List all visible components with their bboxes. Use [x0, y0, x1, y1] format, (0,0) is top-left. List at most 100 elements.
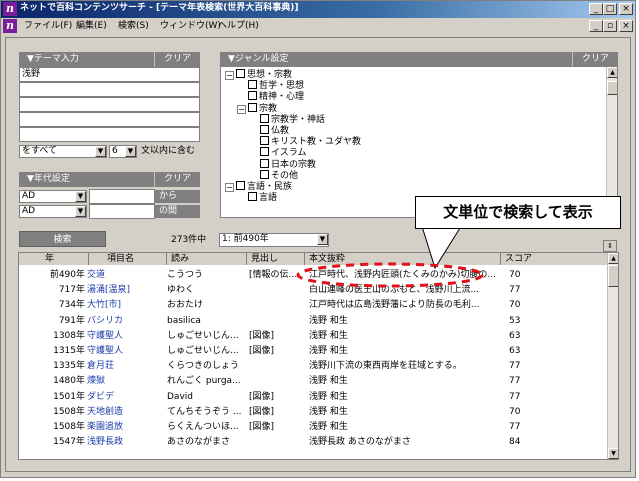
genre-checkbox[interactable] [248, 80, 257, 90]
genre-item-label: その他 [271, 170, 299, 181]
cell-item[interactable]: 楽園追放 [87, 420, 165, 435]
app-icon[interactable]: n [3, 2, 17, 16]
cell-item[interactable]: 交道 [87, 268, 165, 283]
table-row[interactable]: 1308年 守護聖人 しゅごせいじん... [図像] 浅野 和生 63 [19, 329, 609, 344]
table-row[interactable]: 791年 バシリカ basilica 浅野 和生 53 [19, 314, 609, 329]
chevron-down-icon[interactable]: ▼ [125, 146, 136, 157]
genre-item[interactable]: その他 [260, 169, 299, 182]
genre-item[interactable]: − 思想・宗教 [225, 69, 292, 81]
chevron-down-icon[interactable]: ▼ [75, 191, 86, 202]
genre-item[interactable]: 言語 [248, 192, 277, 204]
genre-checkbox[interactable] [236, 69, 245, 78]
genre-item[interactable]: − 言語・民族 [225, 181, 292, 193]
collapse-icon[interactable]: − [225, 71, 234, 80]
col-score[interactable]: スコア [501, 253, 609, 265]
genre-item[interactable]: 日本の宗教 [260, 158, 316, 171]
era-from-year-input[interactable] [89, 189, 155, 204]
document-icon[interactable]: n [3, 19, 17, 33]
scroll-thumb[interactable] [607, 81, 617, 95]
theme-field-1[interactable]: 浅野 [19, 67, 200, 82]
cell-excerpt: 浅野長政 あさのながまさ [309, 437, 411, 448]
cell-item[interactable]: 天地創造 [87, 405, 165, 420]
cell-excerpt: 浅野 和生 [309, 315, 348, 326]
scroll-up-icon[interactable]: ▲ [608, 253, 618, 264]
table-row[interactable]: 734年 大竹[市] おおたけ 江戸時代は広島浅野藩により防長の毛利... 70 [19, 298, 609, 313]
chevron-down-icon[interactable]: ▼ [95, 146, 106, 157]
scroll-down-icon[interactable]: ▼ [608, 448, 618, 459]
chevron-down-icon[interactable]: ▼ [75, 206, 86, 217]
cell-item[interactable]: 守護聖人 [87, 344, 165, 359]
cell-item[interactable]: ダビデ [87, 390, 165, 405]
table-row[interactable]: 1480年 煉獄 れんごく purga... 浅野 和生 77 [19, 374, 609, 389]
theme-field-2[interactable] [19, 82, 200, 97]
doc-minimize-button[interactable]: _ [589, 20, 603, 32]
callout-pointer [296, 220, 484, 288]
collapse-icon[interactable]: − [237, 104, 246, 114]
genre-clear-button[interactable]: クリア [572, 52, 618, 67]
cell-item[interactable]: 煉獄 [87, 374, 165, 389]
genre-item[interactable]: イスラム [260, 147, 306, 159]
table-row[interactable]: 1501年 ダビデ David [図像] 浅野 和生 77 [19, 390, 609, 405]
cell-item[interactable]: 倉月荘 [87, 359, 165, 374]
genre-scrollbar[interactable]: ▲ ▼ [606, 67, 617, 217]
maximize-button[interactable]: □ [603, 3, 617, 15]
genre-item[interactable]: 精神・心理 [248, 91, 304, 103]
genre-checkbox[interactable] [236, 181, 245, 190]
cell-year: 791年 [58, 315, 85, 326]
doc-restore-button[interactable]: ▫ [603, 20, 617, 32]
table-row[interactable]: 1315年 守護聖人 しゅごせいじん... [図像] 浅野 和生 63 [19, 344, 609, 359]
theme-field-3[interactable] [19, 97, 200, 112]
cell-item[interactable]: 大竹[市] [87, 298, 165, 313]
collapse-icon[interactable]: − [225, 183, 234, 192]
genre-checkbox[interactable] [248, 91, 257, 101]
theme-clear-button[interactable]: クリア [154, 52, 200, 67]
scroll-up-icon[interactable]: ▲ [607, 67, 617, 78]
cell-reading: てんちそうぞう ... [167, 406, 242, 417]
cell-item[interactable]: 守護聖人 [87, 329, 165, 344]
genre-item[interactable]: 仏教 [260, 125, 289, 137]
col-year[interactable]: 年 [19, 253, 89, 265]
close-button[interactable]: × [619, 3, 633, 15]
genre-item[interactable]: キリスト教・ユダヤ教 [260, 136, 361, 148]
table-row[interactable]: 1335年 倉月荘 くらつきのしょう 浅野川下流の東西両岸を荘域とする。 77 [19, 359, 609, 374]
menu-window[interactable]: ウィンドウ(W) [160, 20, 221, 32]
genre-item[interactable]: 哲学・思想 [248, 80, 304, 92]
table-row[interactable]: 1508年 楽園追放 らくえんついほ... [図像] 浅野 和生 77 [19, 420, 609, 435]
cell-item[interactable]: バシリカ [87, 314, 165, 329]
col-reading[interactable]: 読み [167, 253, 247, 265]
scroll-thumb[interactable] [608, 265, 618, 287]
col-item[interactable]: 項目名 [89, 253, 167, 265]
results-scrollbar[interactable]: ▲ ▼ [607, 253, 618, 459]
cell-year: 1315年 [53, 346, 85, 356]
genre-checkbox[interactable] [260, 113, 269, 123]
menu-file[interactable]: ファイル(F) [24, 20, 72, 32]
cell-reading: basilica [167, 315, 201, 326]
genre-checkbox[interactable] [260, 136, 269, 146]
minimize-button[interactable]: _ [589, 3, 603, 15]
cell-item[interactable]: 湯涌[温泉] [87, 283, 165, 298]
genre-checkbox[interactable] [260, 169, 269, 179]
table-row[interactable]: 1547年 浅野長政 あさのながまさ 浅野長政 あさのながまさ 84 [19, 435, 609, 450]
genre-checkbox[interactable] [248, 192, 257, 202]
menu-search[interactable]: 検索(S) [118, 20, 149, 32]
match-mode-select[interactable]: をすべて [19, 145, 107, 158]
genre-item[interactable]: 宗教学・神話 [260, 113, 325, 126]
genre-checkbox[interactable] [260, 125, 269, 134]
era-to-year-input[interactable] [89, 204, 155, 219]
cell-item[interactable]: 浅野長政 [87, 435, 165, 450]
cell-year: 1508年 [53, 406, 85, 417]
menu-edit[interactable]: 編集(E) [76, 20, 107, 32]
table-row[interactable]: 1508年 天地創造 てんちそうぞう ... [図像] 浅野 和生 70 [19, 405, 609, 420]
genre-checkbox[interactable] [260, 147, 269, 157]
cell-score: 77 [509, 361, 521, 372]
theme-field-4[interactable] [19, 112, 200, 127]
search-button[interactable]: 検索 [19, 231, 106, 247]
expand-icon[interactable]: ⇕ [603, 240, 617, 252]
genre-checkbox[interactable] [248, 102, 257, 112]
doc-close-button[interactable]: × [619, 20, 633, 32]
genre-item[interactable]: − 宗教 [237, 102, 277, 115]
theme-field-5[interactable] [19, 127, 200, 142]
menu-help[interactable]: ヘルプ(H) [218, 20, 259, 32]
genre-checkbox[interactable] [260, 158, 269, 168]
era-clear-button[interactable]: クリア [154, 172, 200, 187]
